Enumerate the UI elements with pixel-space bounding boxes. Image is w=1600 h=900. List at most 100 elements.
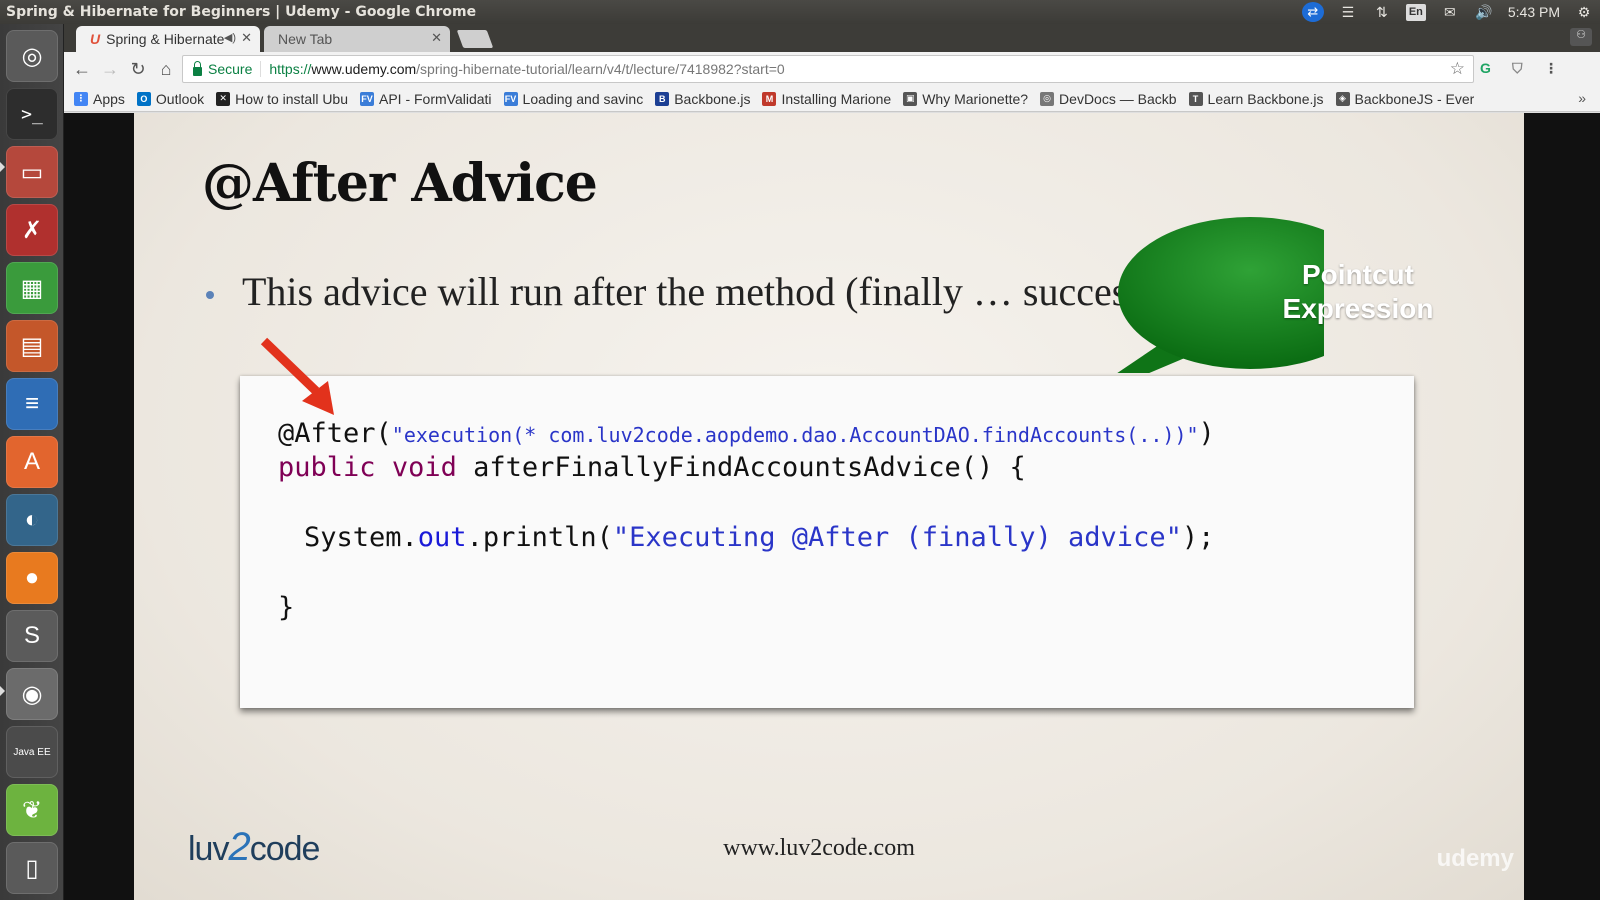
browser-window: U Spring & Hibernate ◀) ✕ New Tab ✕ ⚇ ← →… bbox=[64, 24, 1600, 900]
bookmark-item[interactable]: M Installing Marione bbox=[762, 91, 891, 107]
bookmark-item[interactable]: FV Loading and savinc bbox=[503, 90, 644, 107]
bookmark-favicon-icon: ▣ bbox=[903, 91, 918, 106]
bookmarks-bar: ⋮ Apps O Outlook ✕ How to install Ubu FV API - … bbox=[64, 86, 1600, 112]
mail-icon[interactable]: ✉ bbox=[1440, 3, 1460, 21]
settings-gear-icon[interactable]: ⚙ bbox=[1574, 3, 1594, 21]
system-tray: ⇄ ☰ ⇅ En ✉ 🔊 5:43 PM ⚙ bbox=[1301, 0, 1594, 24]
forward-icon[interactable]: → bbox=[96, 59, 124, 80]
spreadsheet-icon[interactable]: ▦ bbox=[6, 262, 58, 314]
bookmark-label: API - FormValidati bbox=[379, 90, 492, 107]
bookmark-favicon-icon: ⋮ bbox=[74, 91, 88, 106]
bookmark-star-icon[interactable]: ☆ bbox=[1450, 59, 1465, 79]
bookmark-favicon-icon: FV bbox=[503, 91, 518, 106]
address-bar[interactable]: Secure https://www.udemy.com/spring-hibe… bbox=[182, 55, 1474, 83]
network-icon[interactable]: ⇅ bbox=[1372, 3, 1392, 21]
bookmark-favicon-icon: ◎ bbox=[1040, 91, 1055, 106]
tab-label: Spring & Hibernate bbox=[106, 31, 225, 47]
bookmark-label: Installing Marione bbox=[781, 90, 892, 107]
firefox-icon[interactable]: ● bbox=[6, 552, 58, 604]
page-content: @After Advice This advice will run after… bbox=[64, 113, 1600, 900]
clock[interactable]: 5:43 PM bbox=[1508, 4, 1560, 20]
callout-text: Pointcut Expression bbox=[1282, 259, 1434, 324]
tab-new-tab[interactable]: New Tab ✕ bbox=[264, 26, 450, 52]
bookmark-favicon-icon: ✕ bbox=[216, 91, 231, 106]
bookmark-favicon-icon: B bbox=[655, 91, 670, 106]
bookmark-item[interactable]: T Learn Backbone.js bbox=[1188, 90, 1324, 107]
chrome-icon[interactable]: ◉ bbox=[6, 668, 58, 720]
tab-udemy[interactable]: U Spring & Hibernate ◀) ✕ bbox=[76, 26, 260, 52]
lecture-slide: @After Advice This advice will run after… bbox=[134, 113, 1524, 900]
grammarly-extension-icon[interactable]: G bbox=[1480, 60, 1491, 76]
ubuntu-dash-icon[interactable]: ◎ bbox=[6, 30, 58, 82]
bookmark-label: Backbone.js bbox=[674, 90, 751, 107]
file-manager-icon[interactable]: ▭ bbox=[6, 146, 58, 198]
udemy-favicon-icon: U bbox=[90, 31, 101, 47]
software-center-icon[interactable]: A bbox=[6, 436, 58, 488]
volume-icon[interactable]: 🔊 bbox=[1474, 3, 1494, 21]
code-line-4: } bbox=[278, 592, 295, 623]
keyboard-icon[interactable]: ☰ bbox=[1338, 3, 1358, 21]
bookmark-item[interactable]: FV API - FormValidati bbox=[360, 91, 492, 107]
toolbar: ← → ↻ ⌂ Secure https://www.udemy.com/spr… bbox=[64, 52, 1600, 86]
system-settings-icon[interactable]: ✗ bbox=[6, 204, 58, 256]
bookmark-label: Why Marionette? bbox=[922, 90, 1029, 107]
bookmark-label: Loading and savinc bbox=[522, 90, 644, 107]
bookmark-label: Learn Backbone.js bbox=[1207, 90, 1324, 107]
url-path: /spring-hibernate-tutorial/learn/v4/t/le… bbox=[416, 61, 785, 77]
bookmark-item[interactable]: B Backbone.js bbox=[655, 91, 750, 107]
audio-icon[interactable]: ◀) bbox=[224, 31, 236, 44]
menu-icon[interactable]: ⋮ bbox=[1544, 60, 1558, 77]
bullet-icon bbox=[206, 291, 214, 299]
footer-url: www.luv2code.com bbox=[723, 835, 915, 861]
lock-icon bbox=[193, 60, 202, 76]
profile-icon[interactable]: ⚇ bbox=[1570, 28, 1592, 46]
bookmark-favicon-icon: O bbox=[136, 91, 151, 106]
bookmark-label: How to install Ubu bbox=[235, 90, 348, 107]
slide-title: @After Advice bbox=[202, 153, 598, 214]
close-tab-icon[interactable]: ✕ bbox=[241, 30, 252, 46]
close-tab-icon[interactable]: ✕ bbox=[431, 30, 442, 46]
java-ee-ide-icon[interactable]: Java EE bbox=[6, 726, 58, 778]
terminal-icon[interactable]: >_ bbox=[6, 88, 58, 140]
bookmark-favicon-icon: ◈ bbox=[1335, 91, 1350, 106]
red-arrow-icon bbox=[260, 337, 334, 415]
bookmark-label: Apps bbox=[93, 90, 125, 107]
code-line-1: @After("execution(* com.luv2code.aopdemo… bbox=[278, 418, 1215, 449]
presentation-icon[interactable]: ▤ bbox=[6, 320, 58, 372]
postgres-elephant-icon[interactable]: ◐ bbox=[6, 494, 58, 546]
spring-tool-suite-icon[interactable]: ❦ bbox=[6, 784, 58, 836]
top-panel: Spring & Hibernate for Beginners | Udemy… bbox=[0, 0, 1600, 24]
code-block: @After("execution(* com.luv2code.aopdemo… bbox=[240, 376, 1414, 708]
url-host: www.udemy.com bbox=[311, 61, 417, 77]
sublime-text-icon[interactable]: S bbox=[6, 610, 58, 662]
new-tab-button[interactable] bbox=[456, 30, 494, 48]
teamviewer-icon[interactable]: ⇄ bbox=[1301, 2, 1324, 22]
window-title: Spring & Hibernate for Beginners | Udemy… bbox=[6, 4, 477, 20]
secure-indicator[interactable]: Secure bbox=[193, 60, 262, 77]
bookmark-label: DevDocs — Backb bbox=[1059, 90, 1177, 107]
bookmark-item[interactable]: O Outlook bbox=[136, 90, 205, 107]
language-indicator[interactable]: En bbox=[1405, 3, 1426, 21]
bookmark-item[interactable]: ▣ Why Marionette? bbox=[903, 91, 1028, 107]
bookmark-favicon-icon: FV bbox=[360, 91, 374, 106]
bookmarks-overflow-icon[interactable]: » bbox=[1578, 90, 1586, 106]
trash-icon[interactable]: ▯ bbox=[6, 842, 58, 894]
bookmark-favicon-icon: M bbox=[762, 91, 777, 106]
writer-icon[interactable]: ≡ bbox=[6, 378, 58, 430]
code-line-3: System.out.println("Executing @After (fi… bbox=[304, 522, 1215, 553]
shield-extension-icon[interactable]: ⛉ bbox=[1512, 60, 1523, 77]
bookmark-item[interactable]: ◈ BackboneJS - Ever bbox=[1335, 91, 1474, 107]
bookmark-item[interactable]: ◎ DevDocs — Backb bbox=[1040, 90, 1177, 107]
tab-strip: U Spring & Hibernate ◀) ✕ New Tab ✕ ⚇ bbox=[64, 24, 1600, 52]
url-scheme: https:// bbox=[269, 61, 312, 77]
reload-icon[interactable]: ↻ bbox=[124, 59, 152, 80]
launcher: ◎ >_ ▭ ✗ ▦ ▤ ≡ A ◐ ● S ◉ Java EE ❦ ▯ bbox=[0, 24, 64, 900]
code-line-2: public void afterFinallyFindAccountsAdvi… bbox=[278, 452, 1026, 483]
bookmark-favicon-icon: T bbox=[1188, 91, 1203, 106]
home-icon[interactable]: ⌂ bbox=[152, 59, 180, 80]
bookmark-item[interactable]: ⋮ Apps bbox=[74, 91, 125, 107]
back-icon[interactable]: ← bbox=[68, 59, 96, 80]
bookmark-item[interactable]: ✕ How to install Ubu bbox=[216, 91, 348, 107]
udemy-watermark: udemy bbox=[1436, 845, 1514, 872]
bookmark-label: Outlook bbox=[155, 90, 205, 107]
